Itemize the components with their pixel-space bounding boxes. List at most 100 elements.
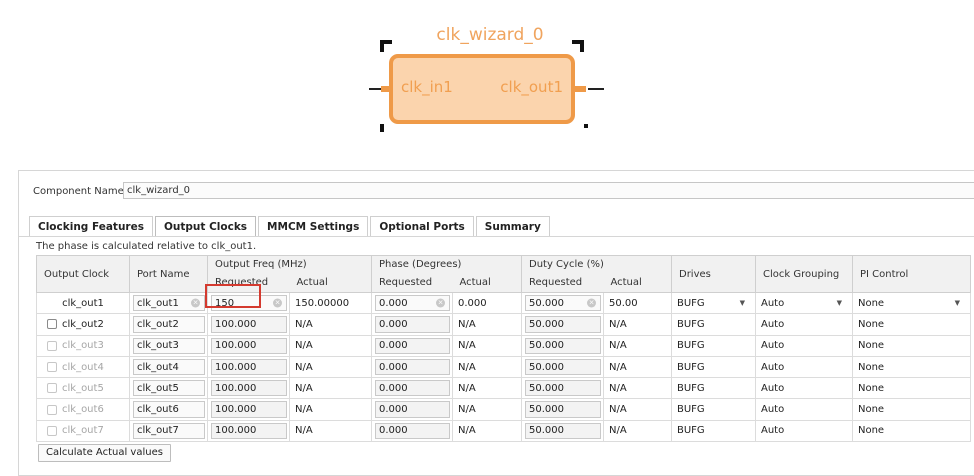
freq-requested-cell: 150 × (207, 293, 289, 315)
freq-requested-value: 100.000 (215, 382, 257, 394)
dropdown-arrow-icon[interactable]: ▼ (837, 299, 842, 307)
clock-grouping-cell[interactable]: Auto ▼ (755, 293, 852, 315)
freq-requested-input[interactable]: 100.000 (211, 316, 287, 333)
tab-bar: Clocking Features Output Clocks MMCM Set… (29, 216, 552, 236)
freq-requested-input[interactable]: 100.000 (211, 422, 287, 440)
freq-actual-cell: 150.00000 (289, 293, 371, 315)
clear-circle-icon[interactable]: × (436, 298, 445, 308)
header-pi-control: PI Control (852, 255, 971, 293)
enable-checkbox-icon[interactable] (47, 319, 57, 330)
freq-requested-input[interactable]: 100.000 (211, 401, 287, 418)
clock-grouping-cell: Auto (755, 378, 852, 400)
phase-requested-input[interactable]: 0.000 (375, 316, 450, 333)
output-clock-cell: clk_out3 (36, 335, 129, 357)
tab-optional-ports[interactable]: Optional Ports (370, 216, 474, 236)
duty-actual-cell: 50.00 (603, 293, 671, 315)
port-name-input[interactable]: clk_out6 (133, 401, 205, 418)
pi-control-cell[interactable]: None ▼ (852, 293, 971, 315)
port-name-input[interactable]: clk_out3 (133, 337, 205, 354)
duty-requested-value: 50.000 (529, 404, 564, 416)
drives-value: BUFG (677, 382, 705, 394)
phase-actual-value: N/A (458, 340, 476, 352)
phase-requested-input[interactable]: 0.000 (375, 422, 450, 440)
phase-actual-cell: N/A (452, 335, 521, 357)
pi-control-cell: None (852, 356, 971, 379)
tab-summary[interactable]: Summary (475, 216, 550, 236)
output-clocks-table: Output Clock Port Name Output Freq (MHz)… (36, 255, 971, 443)
duty-requested-input[interactable]: 50.000 (525, 316, 601, 333)
output-clock-cell: clk_out5 (36, 378, 129, 400)
freq-actual-cell: N/A (289, 420, 371, 443)
port-name-cell: clk_out4 (129, 356, 207, 379)
clear-circle-icon[interactable]: × (273, 298, 282, 308)
calculate-actual-values-button[interactable]: Calculate Actual values (38, 444, 171, 462)
freq-requested-input[interactable]: 100.000 (211, 380, 287, 397)
phase-requested-value: 0.000 (379, 404, 408, 416)
output-clock-cell: clk_out4 (36, 356, 129, 379)
port-name-cell: clk_out7 (129, 420, 207, 443)
phase-requested-input[interactable]: 0.000 (375, 401, 450, 418)
freq-actual-value: N/A (295, 340, 313, 352)
pi-control-value: None (858, 382, 885, 394)
component-name-input[interactable]: clk_wizard_0 (123, 182, 974, 199)
drives-cell: BUFG (671, 378, 755, 400)
block-diagram: clk_wizard_0 clk_in1 clk_out1 (0, 0, 974, 135)
duty-requested-cell: 50.000 (521, 378, 603, 400)
freq-requested-input[interactable]: 150 × (211, 295, 287, 312)
phase-actual-cell: N/A (452, 356, 521, 379)
phase-requested-input[interactable]: 0.000 × (375, 295, 450, 312)
duty-requested-cell: 50.000 (521, 314, 603, 336)
port-name-input[interactable]: clk_out5 (133, 380, 205, 397)
dropdown-arrow-icon[interactable]: ▼ (955, 299, 960, 307)
port-name-input[interactable]: clk_out7 (133, 422, 205, 440)
duty-actual-cell: N/A (603, 399, 671, 421)
duty-requested-input[interactable]: 50.000 (525, 358, 601, 376)
header-freq-actual: Actual (296, 277, 328, 288)
phase-actual-cell: 0.000 (452, 293, 521, 315)
port-name-value: clk_out3 (137, 340, 179, 352)
freq-actual-cell: N/A (289, 399, 371, 421)
clock-grouping-value: Auto (761, 318, 785, 330)
header-clock-grouping: Clock Grouping (755, 255, 852, 293)
pi-control-cell: None (852, 314, 971, 336)
output-port-icon[interactable] (574, 86, 586, 92)
port-name-input[interactable]: clk_out1 × (133, 295, 205, 312)
phase-actual-cell: N/A (452, 314, 521, 336)
input-port-icon[interactable] (381, 86, 393, 92)
port-name-input[interactable]: clk_out2 (133, 316, 205, 333)
port-name-input[interactable]: clk_out4 (133, 358, 205, 376)
duty-actual-value: 50.00 (609, 297, 638, 309)
header-duty-actual: Actual (610, 277, 642, 288)
duty-requested-input[interactable]: 50.000 × (525, 295, 601, 312)
phase-requested-input[interactable]: 0.000 (375, 380, 450, 397)
duty-requested-value: 50.000 (529, 382, 564, 394)
dropdown-arrow-icon[interactable]: ▼ (740, 299, 745, 307)
phase-requested-input[interactable]: 0.000 (375, 337, 450, 354)
clear-circle-icon[interactable]: × (587, 298, 596, 308)
table-row: clk_out5 clk_out5 100.000 N/A 0.000 N/A 50.000… (36, 378, 971, 400)
tab-mmcm-settings[interactable]: MMCM Settings (258, 216, 369, 236)
duty-requested-input[interactable]: 50.000 (525, 337, 601, 354)
diagram-clip-edge (384, 128, 590, 135)
tab-clocking-features[interactable]: Clocking Features (29, 216, 153, 236)
phase-requested-input[interactable]: 0.000 (375, 358, 450, 376)
phase-requested-value: 0.000 (379, 297, 408, 309)
duty-requested-input[interactable]: 50.000 (525, 401, 601, 418)
freq-requested-input[interactable]: 100.000 (211, 337, 287, 354)
clear-circle-icon[interactable]: × (191, 298, 200, 308)
tab-output-clocks[interactable]: Output Clocks (154, 216, 257, 236)
duty-requested-input[interactable]: 50.000 (525, 422, 601, 440)
duty-requested-input[interactable]: 50.000 (525, 380, 601, 397)
freq-requested-input[interactable]: 100.000 (211, 358, 287, 376)
drives-cell[interactable]: BUFG ▼ (671, 293, 755, 315)
pi-control-value: None (858, 340, 885, 352)
header-output-freq-title: Output Freq (MHz) (215, 259, 307, 270)
drives-value: BUFG (677, 425, 705, 437)
freq-actual-value: N/A (295, 425, 313, 437)
duty-actual-value: N/A (609, 318, 627, 330)
drives-cell: BUFG (671, 356, 755, 379)
header-phase-title: Phase (Degrees) (379, 259, 462, 270)
ip-block[interactable]: clk_in1 clk_out1 (389, 54, 575, 124)
freq-requested-cell: 100.000 (207, 378, 289, 400)
component-name-row: Component Name (33, 183, 129, 199)
